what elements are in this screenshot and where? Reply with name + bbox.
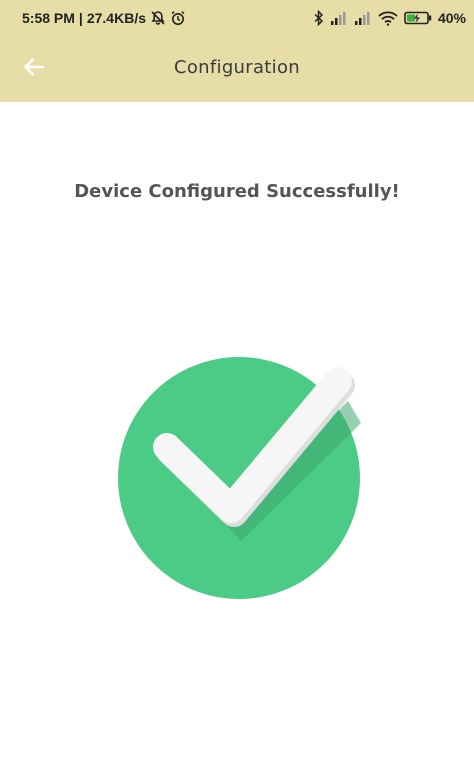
status-bar: 5:58 PM | 27.4KB/s 40%: [0, 0, 474, 36]
network-speed: 27.4KB/s: [86, 10, 146, 26]
status-right: 40%: [314, 10, 466, 26]
status-separator: |: [78, 10, 83, 26]
wifi-icon: [378, 11, 398, 26]
signal-icon: [354, 11, 372, 25]
app-bar: Configuration: [0, 36, 474, 102]
bluetooth-icon: [314, 10, 324, 26]
notifications-off-icon: [150, 10, 166, 26]
status-left: 5:58 PM | 27.4KB/s: [22, 10, 186, 26]
checkmark-circle-icon: [105, 345, 369, 609]
page-title: Configuration: [174, 57, 300, 78]
alarm-icon: [170, 10, 186, 26]
success-message: Device Configured Successfully!: [74, 181, 400, 202]
status-time: 5:58 PM: [22, 10, 75, 26]
signal-icon: [330, 11, 348, 25]
battery-charging-icon: [404, 11, 432, 25]
battery-level: 40%: [437, 10, 466, 26]
